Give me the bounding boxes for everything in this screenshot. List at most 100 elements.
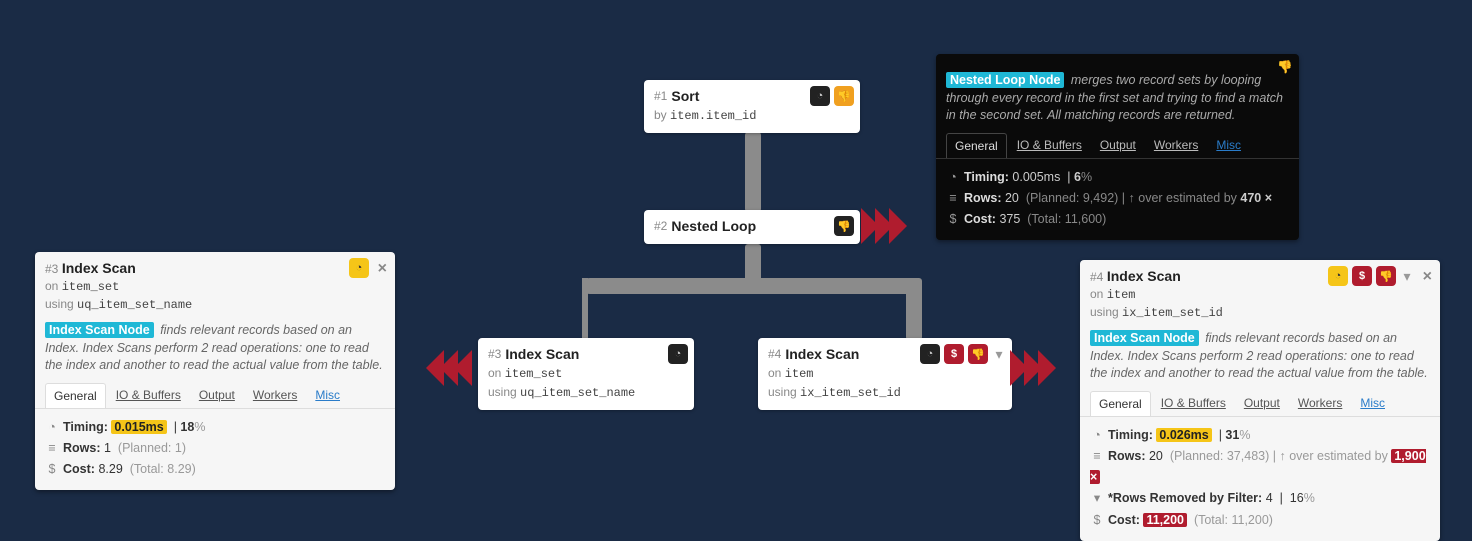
- card-badges: 👎: [1277, 60, 1293, 75]
- timing-pct: 31: [1225, 428, 1239, 442]
- timing-pct: 18: [180, 420, 194, 434]
- clock-icon: ◔: [920, 344, 940, 364]
- using-val: uq_item_set_name: [77, 298, 192, 312]
- on-label: on: [1090, 287, 1103, 301]
- node-badges: ◔ 👎: [810, 86, 854, 106]
- chevron-right-icon: [865, 208, 907, 244]
- cost-label: Cost:: [63, 462, 95, 476]
- desc-tag: Nested Loop Node: [946, 72, 1064, 88]
- clock-icon: ◔: [349, 258, 369, 278]
- stats: ◔Timing: 0.026ms | 31% ≡Rows: 20 (Planne…: [1080, 417, 1440, 541]
- tabs: General IO & Buffers Output Workers Misc: [35, 383, 395, 409]
- node-title: Nested Loop: [671, 218, 756, 234]
- on-label: on: [45, 279, 58, 293]
- node-badges: ◔ $ 👎 ▾: [920, 344, 1006, 364]
- node-sort[interactable]: #1 Sort by item.item_id ◔ 👎: [644, 80, 860, 133]
- cost-label: Cost:: [964, 212, 996, 226]
- on-label: on: [488, 366, 501, 380]
- rows-label: Rows:: [1108, 449, 1146, 463]
- tab-misc[interactable]: Misc: [1352, 391, 1393, 416]
- overest-val: 470 ×: [1240, 191, 1272, 205]
- tab-workers[interactable]: Workers: [1290, 391, 1350, 416]
- tab-general[interactable]: General: [946, 133, 1007, 158]
- stat-cost: $Cost: 8.29 (Total: 8.29): [45, 459, 385, 480]
- card-num: #3: [45, 262, 58, 276]
- node-nested-loop[interactable]: #2 Nested Loop 👎: [644, 210, 860, 244]
- node-num: #1: [654, 89, 667, 103]
- timing-label: Timing:: [63, 420, 108, 434]
- on-val: item: [1107, 288, 1136, 302]
- using-val: ix_item_set_id: [1122, 306, 1223, 320]
- close-icon[interactable]: ×: [378, 260, 387, 278]
- stats: ◔Timing: 0.015ms | 18% ≡Rows: 1 (Planned…: [35, 409, 395, 491]
- tab-misc[interactable]: Misc: [307, 383, 348, 408]
- thumb-down-icon: 👎: [834, 86, 854, 106]
- removed-label: *Rows Removed by Filter:: [1108, 491, 1262, 505]
- node-title: Index Scan: [785, 346, 859, 362]
- tab-general[interactable]: General: [45, 383, 106, 408]
- thumb-down-icon: 👎: [834, 216, 854, 236]
- card-title: Index Scan: [1107, 268, 1181, 284]
- card-badges: ◔: [349, 258, 369, 278]
- timing-label: Timing:: [1108, 428, 1153, 442]
- cost-val: 375: [999, 212, 1020, 226]
- rows-val: 20: [1149, 449, 1163, 463]
- node-index-scan-3[interactable]: #3 Index Scan on item_set using uq_item_…: [478, 338, 694, 410]
- rows-val: 20: [1005, 191, 1019, 205]
- tab-io[interactable]: IO & Buffers: [1153, 391, 1234, 416]
- clock-icon: ◔: [810, 86, 830, 106]
- chevron-right-icon: [1014, 350, 1056, 386]
- rows-label: Rows:: [964, 191, 1002, 205]
- node-num: #3: [488, 347, 501, 361]
- thumb-down-icon: 👎: [968, 344, 988, 364]
- thumb-down-icon: 👎: [1277, 60, 1293, 75]
- on-val: item_set: [62, 280, 120, 294]
- stats: ◔Timing: 0.005ms | 6% ≡Rows: 20 (Planned…: [936, 159, 1299, 241]
- timing-val: 0.026ms: [1156, 428, 1211, 442]
- list-icon: ≡: [45, 438, 59, 459]
- dollar-icon: $: [944, 344, 964, 364]
- tab-output[interactable]: Output: [1236, 391, 1288, 416]
- tab-general[interactable]: General: [1090, 391, 1151, 416]
- tab-output[interactable]: Output: [191, 383, 243, 408]
- detail-card-nested-loop: 👎 Nested Loop Node merges two record set…: [936, 54, 1299, 240]
- node-index-scan-4[interactable]: #4 Index Scan on item using ix_item_set_…: [758, 338, 1012, 410]
- stat-removed: ▾*Rows Removed by Filter: 4 | 16%: [1090, 488, 1430, 509]
- detail-card-index-scan-4: #4 Index Scan on item using ix_item_set_…: [1080, 260, 1440, 541]
- tab-io[interactable]: IO & Buffers: [108, 383, 189, 408]
- stat-timing: ◔Timing: 0.026ms | 31%: [1090, 425, 1430, 446]
- filter-icon: ▾: [1400, 268, 1414, 285]
- list-icon: ≡: [946, 188, 960, 209]
- list-icon: ≡: [1090, 446, 1104, 467]
- tabs: General IO & Buffers Output Workers Misc: [936, 133, 1299, 159]
- timing-val: 0.005ms: [1012, 170, 1060, 184]
- on-val: item: [785, 367, 814, 381]
- node-badges: 👎: [834, 216, 854, 236]
- stat-rows: ≡Rows: 20 (Planned: 9,492) | ↑ over esti…: [946, 188, 1289, 209]
- stat-timing: ◔Timing: 0.015ms | 18%: [45, 417, 385, 438]
- tab-io[interactable]: IO & Buffers: [1009, 133, 1090, 158]
- on-label: on: [768, 366, 781, 380]
- dollar-icon: $: [1090, 510, 1104, 531]
- chevron-left-icon: [426, 350, 468, 386]
- clock-icon: ◔: [946, 167, 960, 188]
- tab-output[interactable]: Output: [1092, 133, 1144, 158]
- stat-rows: ≡Rows: 20 (Planned: 37,483) | ↑ over est…: [1090, 446, 1430, 489]
- tab-workers[interactable]: Workers: [245, 383, 305, 408]
- card-description: Nested Loop Node merges two record sets …: [936, 68, 1299, 133]
- node-title: Sort: [671, 88, 699, 104]
- timing-label: Timing:: [964, 170, 1009, 184]
- using-val: uq_item_set_name: [520, 386, 635, 400]
- close-icon[interactable]: ×: [1423, 268, 1432, 286]
- tab-misc[interactable]: Misc: [1208, 133, 1249, 158]
- stat-cost: $Cost: 11,200 (Total: 11,200): [1090, 510, 1430, 531]
- connector: [745, 132, 761, 212]
- desc-tag: Index Scan Node: [45, 322, 154, 338]
- removed-pct: 16: [1290, 491, 1304, 505]
- stat-timing: ◔Timing: 0.005ms | 6%: [946, 167, 1289, 188]
- using-val: ix_item_set_id: [800, 386, 901, 400]
- node-num: #2: [654, 219, 667, 233]
- tab-workers[interactable]: Workers: [1146, 133, 1206, 158]
- clock-icon: ◔: [668, 344, 688, 364]
- sort-by: item.item_id: [670, 109, 756, 123]
